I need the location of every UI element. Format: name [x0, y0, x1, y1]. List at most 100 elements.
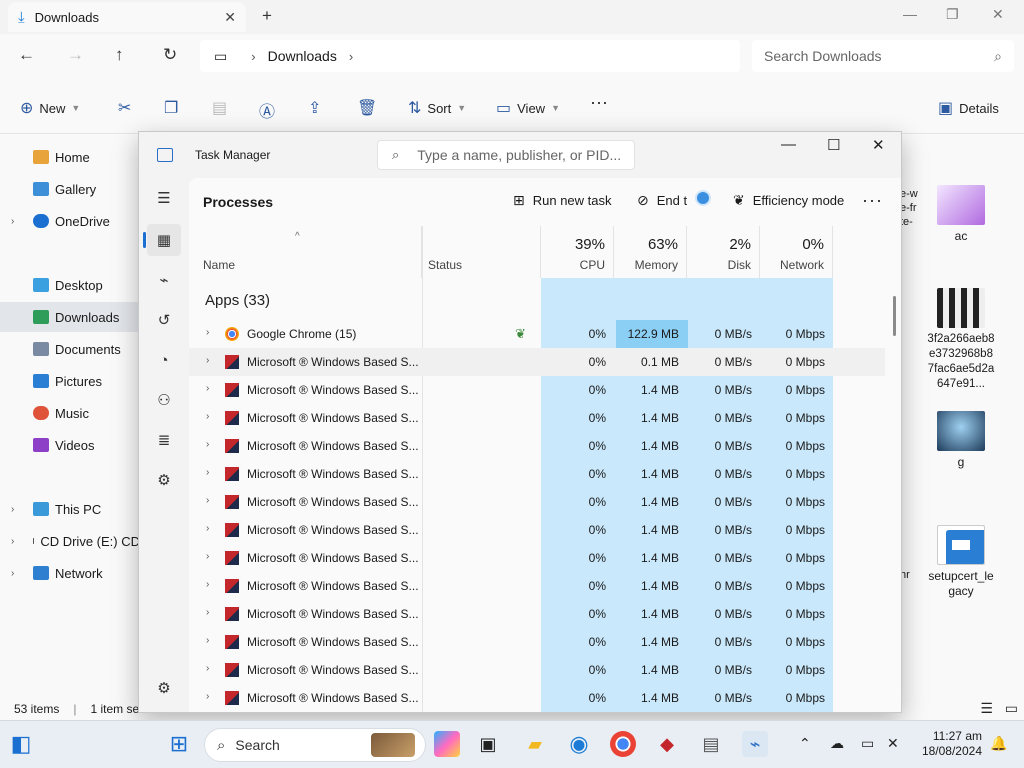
startup-apps-tab-icon[interactable]: ◔: [147, 344, 181, 376]
process-row[interactable]: › Microsoft ® Windows Based S... 0% 1.4 MB 0…: [189, 600, 885, 628]
clock[interactable]: 11:27 am 18/08/2024: [918, 729, 982, 759]
nav-item-network[interactable]: › Network: [0, 558, 140, 588]
widgets-icon[interactable]: ◧: [8, 731, 34, 757]
file-item[interactable]: setupcert_legacy: [926, 525, 996, 599]
chevron-right-icon[interactable]: ›: [206, 579, 209, 590]
app-history-tab-icon[interactable]: ↺: [147, 304, 181, 336]
users-tab-icon[interactable]: ⚇: [147, 384, 181, 416]
process-row[interactable]: › Microsoft ® Windows Based S... 0% 1.4 MB 0…: [189, 656, 885, 684]
chrome-icon[interactable]: [610, 731, 636, 757]
notification-bell-icon[interactable]: 🔔: [990, 735, 1007, 752]
nav-item-this-pc[interactable]: › This PC: [0, 494, 140, 524]
nav-item-cd-drive[interactable]: › CD Drive (E:) CD: [0, 526, 140, 556]
chevron-right-icon[interactable]: ›: [251, 49, 255, 64]
column-header-network[interactable]: 0% Network: [760, 226, 833, 278]
nav-item-home[interactable]: Home: [0, 142, 140, 172]
column-header-status[interactable]: Status: [422, 226, 541, 278]
chevron-right-icon[interactable]: ›: [206, 411, 209, 422]
start-button-windows-icon[interactable]: ⊞: [166, 731, 192, 757]
chevron-up-icon[interactable]: ⌃: [799, 735, 811, 752]
sort-button[interactable]: ⇅ Sort ▼: [408, 98, 466, 118]
details-button[interactable]: ▣ Details: [938, 98, 999, 118]
nav-item-gallery[interactable]: Gallery: [0, 174, 140, 204]
view-button[interactable]: ▭ View ▼: [496, 98, 560, 118]
process-row[interactable]: › Microsoft ® Windows Based S... 0% 1.4 MB 0…: [189, 516, 885, 544]
forward-button[interactable]: →: [67, 45, 84, 65]
breadcrumb[interactable]: Downloads: [268, 48, 337, 64]
chevron-right-icon[interactable]: ›: [206, 327, 209, 338]
up-button[interactable]: ↑: [115, 45, 124, 65]
chevron-right-icon[interactable]: ›: [206, 383, 209, 394]
process-row[interactable]: › Microsoft ® Windows Based S... 0% 1.4 MB 0…: [189, 460, 885, 488]
close-button[interactable]: ✕: [992, 6, 1004, 23]
edge-icon[interactable]: ◉: [566, 731, 592, 757]
process-row[interactable]: › Microsoft ® Windows Based S... 0% 1.4 MB 0…: [189, 432, 885, 460]
process-row[interactable]: › Microsoft ® Windows Based S... 0% 1.4 MB 0…: [189, 572, 885, 600]
nav-item-videos[interactable]: Videos: [0, 430, 140, 460]
minimize-button[interactable]: —: [781, 136, 796, 153]
cut-button[interactable]: ✂: [118, 98, 131, 118]
chevron-right-icon[interactable]: ›: [206, 355, 209, 366]
more-options-button[interactable]: ···: [590, 92, 608, 113]
close-button[interactable]: ✕: [872, 136, 885, 154]
refresh-button[interactable]: ↻: [163, 45, 177, 65]
chevron-right-icon[interactable]: ›: [11, 536, 14, 547]
file-explorer-icon[interactable]: ▰: [522, 731, 548, 757]
search-input[interactable]: Search Downloads ⌕: [752, 40, 1014, 72]
file-item[interactable]: g: [926, 411, 996, 470]
nav-item-onedrive[interactable]: › OneDrive: [0, 206, 140, 236]
network-tray-icon[interactable]: ▭: [861, 735, 874, 752]
processes-tab-icon[interactable]: ▦: [143, 224, 181, 256]
end-task-button[interactable]: ⊘ End t: [637, 192, 687, 209]
process-row[interactable]: › Microsoft ® Windows Based S... 0% 1.4 MB 0…: [189, 544, 885, 572]
tab-downloads[interactable]: ⤓ Downloads ✕: [8, 2, 246, 32]
hamburger-menu-icon[interactable]: ☰: [147, 182, 181, 214]
services-tab-icon[interactable]: ⚙: [147, 464, 181, 496]
chevron-right-icon[interactable]: ›: [206, 663, 209, 674]
address-bar[interactable]: ▭ › Downloads ›: [200, 40, 740, 72]
chevron-right-icon[interactable]: ›: [206, 607, 209, 618]
process-row[interactable]: › Microsoft ® Windows Based S... 0% 1.4 MB 0…: [189, 488, 885, 516]
rename-button[interactable]: Ⓐ: [259, 98, 275, 122]
process-row[interactable]: › Microsoft ® Windows Based S... 0% 1.4 MB 0…: [189, 628, 885, 656]
chevron-right-icon[interactable]: ›: [11, 504, 14, 515]
taskbar-search[interactable]: ⌕ Search: [204, 728, 426, 762]
process-row[interactable]: › Microsoft ® Windows Based S... 0% 1.4 MB 0…: [189, 684, 885, 712]
file-item[interactable]: ac: [926, 185, 996, 244]
task-manager-taskbar-icon[interactable]: ⌁: [742, 731, 768, 757]
details-view-icon[interactable]: ☰: [980, 700, 993, 716]
column-header-disk[interactable]: 2% Disk: [687, 226, 760, 278]
column-header-memory[interactable]: 63% Memory: [614, 226, 687, 278]
clipboard-app-icon[interactable]: ▤: [698, 731, 724, 757]
chevron-right-icon[interactable]: ›: [206, 691, 209, 702]
paste-button[interactable]: ▤: [212, 98, 227, 118]
volume-mute-icon[interactable]: ✕: [887, 735, 899, 752]
delete-button[interactable]: 🗑: [357, 98, 377, 118]
app-installer-icon[interactable]: ◆: [654, 731, 680, 757]
minimize-button[interactable]: —: [903, 6, 917, 22]
process-search-input[interactable]: ⌕ Type a name, publisher, or PID...: [377, 140, 635, 170]
nav-item-desktop[interactable]: Desktop: [0, 270, 140, 300]
column-header-cpu[interactable]: 39% CPU: [541, 226, 614, 278]
scrollbar-thumb[interactable]: [893, 296, 896, 336]
new-tab-button[interactable]: +: [262, 6, 272, 26]
chevron-right-icon[interactable]: ›: [349, 49, 353, 64]
column-header-name[interactable]: ^ Name: [189, 226, 422, 278]
chevron-right-icon[interactable]: ›: [206, 635, 209, 646]
tiles-view-icon[interactable]: ▭: [1005, 700, 1018, 716]
details-tab-icon[interactable]: ≣: [147, 424, 181, 456]
nav-item-documents[interactable]: Documents: [0, 334, 140, 364]
more-options-button[interactable]: ···: [862, 190, 883, 211]
process-row[interactable]: › Microsoft ® Windows Based S... 0% 0.1 MB 0…: [189, 348, 885, 376]
copy-button[interactable]: ❐: [164, 98, 178, 118]
chevron-right-icon[interactable]: ›: [11, 568, 14, 579]
terminal-icon[interactable]: ▣: [475, 731, 501, 757]
share-button[interactable]: ⇪: [308, 98, 321, 118]
process-row[interactable]: › Microsoft ® Windows Based S... 0% 1.4 MB 0…: [189, 404, 885, 432]
run-new-task-button[interactable]: ⊞ Run new task: [513, 192, 612, 209]
new-button[interactable]: ⊕ New ▼: [20, 98, 80, 118]
restore-button[interactable]: ❐: [946, 6, 959, 23]
file-item[interactable]: 3f2a266aeb8e3732968b87fac6ae5d2a647e91..…: [926, 288, 996, 392]
process-row[interactable]: › Microsoft ® Windows Based S... 0% 1.4 MB 0…: [189, 376, 885, 404]
chevron-right-icon[interactable]: ›: [11, 216, 14, 227]
